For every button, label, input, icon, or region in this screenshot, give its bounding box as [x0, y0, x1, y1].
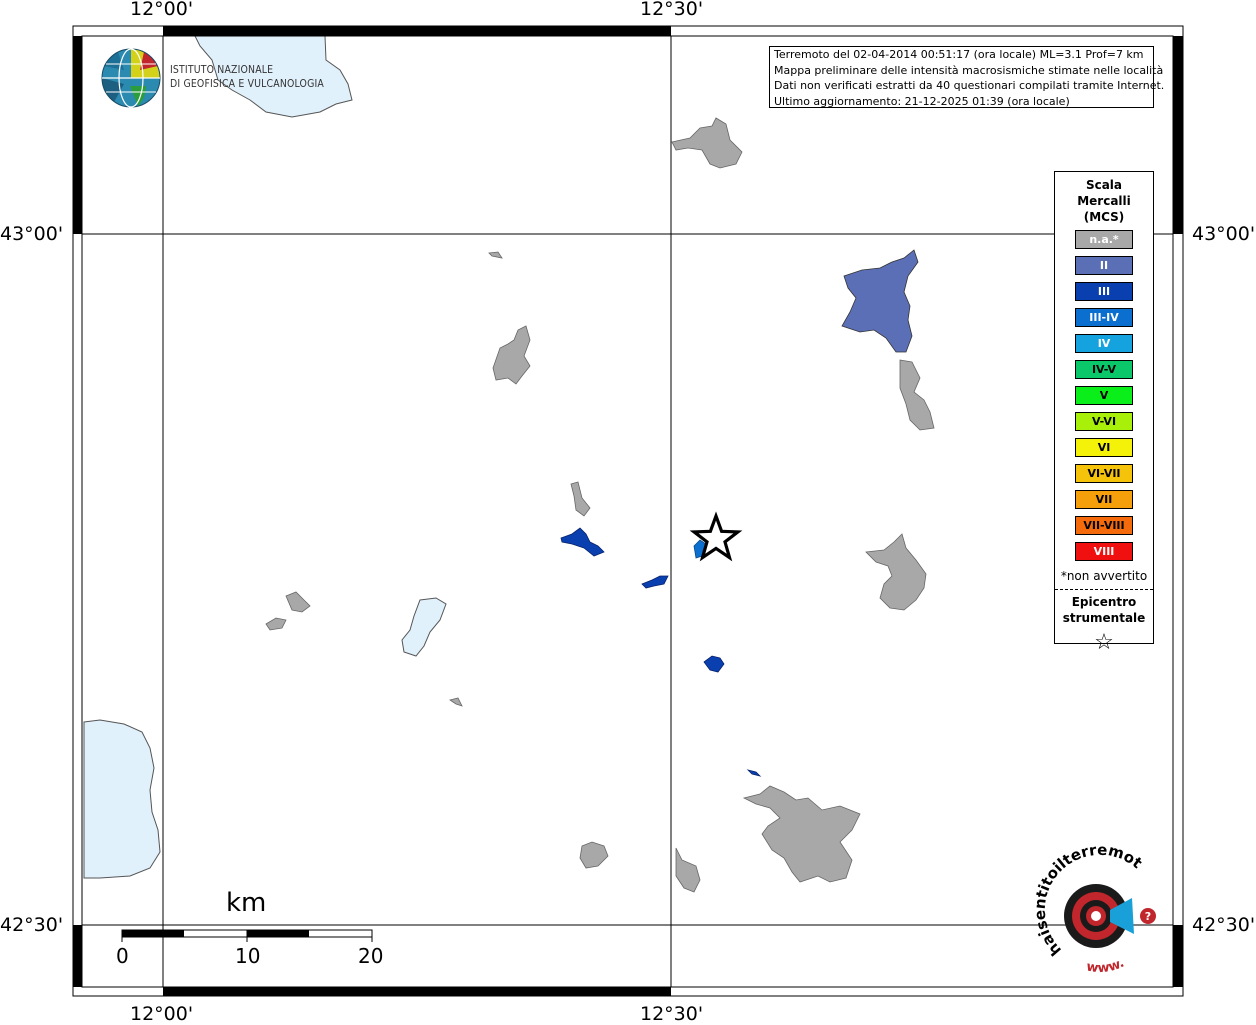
- lat-label-right-top: 43°00': [1192, 223, 1256, 245]
- scale-label-10: 10: [235, 944, 261, 968]
- ingv-logo-line2: DI GEOFISICA E VULCANOLOGIA: [170, 77, 325, 90]
- scale-label-20: 20: [358, 944, 384, 968]
- legend-item: n.a.*: [1075, 230, 1133, 249]
- legend-title-line1: Scala: [1085, 178, 1123, 192]
- event-info-line4: Ultimo aggiornamento: 21-12-2025 01:39 (…: [774, 94, 1070, 108]
- intensity-legend: Scala Mercalli (MCS) n.a.* II III III-IV IV I…: [1054, 171, 1154, 655]
- lon-label-bottom-left: 12°00': [130, 1003, 194, 1025]
- legend-star-icon: ☆: [1094, 630, 1114, 655]
- event-info-line2: Mappa preliminare delle intensità macros…: [774, 63, 1164, 77]
- legend-title-line2: Mercalli: [1077, 194, 1131, 208]
- legend-item: V-VI: [1075, 412, 1133, 431]
- legend-epicenter-label: Epicentro strumentale: [1055, 594, 1153, 626]
- legend-item: III: [1075, 282, 1133, 301]
- legend-item: VII-VIII: [1075, 516, 1133, 535]
- globe-icon: [101, 48, 161, 108]
- legend-epicenter-line1: Epicentro: [1071, 595, 1137, 609]
- legend-title: Scala Mercalli (MCS): [1055, 177, 1153, 225]
- legend-item: VI-VII: [1075, 464, 1133, 483]
- legend-item: II: [1075, 256, 1133, 275]
- ingv-logo-text: ISTITUTO NAZIONALE DI GEOFISICA E VULCAN…: [170, 63, 324, 91]
- legend-items: n.a.* II III III-IV IV IV-V V V-VI VI VI-VII VII VI…: [1055, 230, 1153, 561]
- event-info-line1: Terremoto del 02-04-2014 00:51:17 (ora l…: [774, 48, 1144, 61]
- legend-note: *non avvertito: [1060, 569, 1148, 583]
- lat-label-left-bottom: 42°30': [0, 914, 64, 936]
- legend-title-line3: (MCS): [1083, 210, 1125, 224]
- scale-unit: km: [226, 888, 267, 918]
- svg-text:?: ?: [1145, 910, 1151, 923]
- lon-label-top-left: 12°00': [130, 0, 194, 20]
- legend-item: VI: [1075, 438, 1133, 457]
- scale-label-0: 0: [116, 944, 129, 968]
- legend-item: VIII: [1075, 542, 1133, 561]
- lat-label-right-bottom: 42°30': [1192, 914, 1256, 936]
- legend-item: V: [1075, 386, 1133, 405]
- lon-label-top-mid: 12°30': [640, 0, 704, 20]
- event-info-line3: Dati non verificati estratti da 40 quest…: [774, 79, 1165, 92]
- legend-item: IV: [1075, 334, 1133, 353]
- lat-label-left-top: 43°00': [0, 223, 64, 245]
- legend-item: III-IV: [1075, 308, 1133, 327]
- legend-item: IV-V: [1075, 360, 1133, 379]
- legend-epicenter-line2: strumentale: [1062, 611, 1146, 625]
- lon-label-bottom-mid: 12°30': [640, 1003, 704, 1025]
- ingv-logo-line1: ISTITUTO NAZIONALE: [170, 63, 274, 76]
- legend-item: VII: [1075, 490, 1133, 509]
- legend-separator: [1055, 589, 1153, 590]
- event-info-box: Terremoto del 02-04-2014 00:51:17 (ora l…: [769, 46, 1165, 108]
